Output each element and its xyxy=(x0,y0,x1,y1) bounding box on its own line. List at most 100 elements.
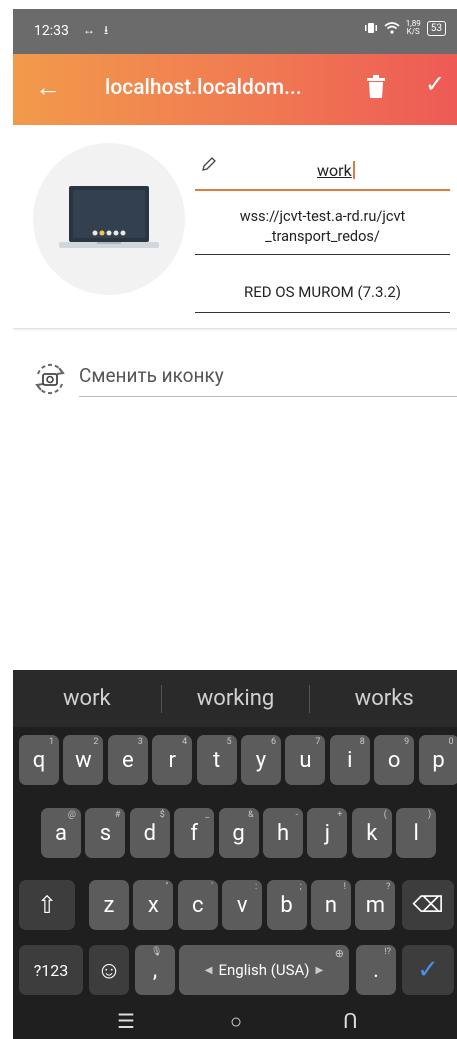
status-bar: 12:33 ↔ ⭳ 1,89 K/S 53 xyxy=(13,9,457,54)
key-s[interactable]: s # xyxy=(85,808,126,858)
host-name-field[interactable]: work xyxy=(195,155,450,191)
key-z[interactable]: z xyxy=(89,880,129,930)
suggestion-bar: work working works xyxy=(13,670,457,727)
back-nav-icon[interactable]: ᑎ xyxy=(343,1009,358,1033)
laptop-icon xyxy=(59,186,159,248)
key-v[interactable]: v: xyxy=(222,880,263,930)
key-x[interactable]: x " xyxy=(133,880,174,930)
key-w[interactable]: w2 xyxy=(63,735,104,785)
space-key[interactable]: ◀ English (USA) ▶ ⊕ xyxy=(179,945,349,995)
back-arrow-icon[interactable]: ← xyxy=(35,72,61,103)
key-label: r xyxy=(168,747,176,773)
key-hint: : xyxy=(255,882,258,892)
comma-key[interactable]: , 🎙 xyxy=(135,945,175,995)
host-name-text: work xyxy=(317,161,352,180)
key-j[interactable]: j + xyxy=(307,808,348,858)
key-n[interactable]: n! xyxy=(311,880,351,930)
key-hint: " xyxy=(165,882,169,892)
suggestion-1[interactable]: work xyxy=(13,686,161,711)
backspace-key[interactable]: ⌫ xyxy=(402,880,454,930)
recent-apps-icon[interactable]: ☰ xyxy=(117,1009,135,1033)
key-f[interactable]: f _ xyxy=(174,808,215,858)
key-hint: ! xyxy=(343,882,346,892)
key-label: x xyxy=(147,892,159,918)
space-arrow-right-icon: ▶ xyxy=(315,964,324,976)
suggestion-3[interactable]: works xyxy=(310,686,457,711)
mic-icon: 🎙 xyxy=(151,947,163,957)
change-icon-camera-icon xyxy=(35,363,65,395)
symbols-key[interactable]: ?123 xyxy=(19,945,83,995)
key-label: w xyxy=(75,747,92,773)
home-icon[interactable]: ○ xyxy=(230,1009,242,1034)
key-label: n xyxy=(324,892,338,918)
change-icon-row[interactable]: Сменить иконку xyxy=(13,329,457,411)
key-label: v xyxy=(236,892,248,918)
delete-icon[interactable] xyxy=(366,75,386,99)
key-h[interactable]: h- xyxy=(263,808,303,858)
enter-key[interactable]: ✓ xyxy=(402,945,454,995)
period-key[interactable]: . !? xyxy=(356,945,396,995)
net-speed: 1,89 K/S xyxy=(406,20,421,36)
key-label: z xyxy=(103,892,115,918)
period-hint: !? xyxy=(384,947,391,957)
key-hint: ? xyxy=(386,882,391,892)
key-u[interactable]: u7 xyxy=(285,735,326,785)
key-i[interactable]: i8 xyxy=(329,735,370,785)
comma-label: , xyxy=(152,957,158,983)
key-g[interactable]: g & xyxy=(218,808,259,858)
host-os-field[interactable]: RED OS MUROM (7.3.2) xyxy=(195,272,450,313)
status-time: 12:33 xyxy=(34,23,69,39)
host-url-field[interactable]: wss://jcvt-test.a-rd.ru/jcvt _transport_… xyxy=(195,203,450,255)
key-label: t xyxy=(212,747,221,773)
key-hint: 1 xyxy=(48,737,54,747)
pencil-icon xyxy=(202,157,216,171)
phone-screen: 12:33 ↔ ⭳ 1,89 K/S 53 ← localhost.locald… xyxy=(13,9,457,1039)
status-left-icons: ↔ ⭳ xyxy=(83,23,112,37)
change-icon-label[interactable]: Сменить иконку xyxy=(79,364,457,397)
key-hint: # xyxy=(114,810,121,820)
host-name-value: work xyxy=(317,161,355,180)
host-url-line1: wss://jcvt-test.a-rd.ru/jcvt xyxy=(239,208,406,225)
app-bar: ← localhost.localdom... ✓ xyxy=(13,54,457,125)
key-label: f xyxy=(190,820,199,846)
key-hint: 3 xyxy=(137,737,143,747)
key-hint: 0 xyxy=(448,737,454,747)
key-label: e xyxy=(121,747,134,773)
key-q[interactable]: q1 xyxy=(19,735,59,785)
key-label: m xyxy=(365,892,386,918)
key-a[interactable]: a @ xyxy=(41,808,81,858)
key-e[interactable]: e3 xyxy=(107,735,148,785)
emoji-key[interactable]: ☺ xyxy=(89,945,129,995)
key-o[interactable]: o9 xyxy=(374,735,415,785)
key-r[interactable]: r4 xyxy=(152,735,193,785)
status-right-icons: 1,89 K/S 53 xyxy=(364,20,446,36)
key-label: u xyxy=(299,747,312,773)
key-label: l xyxy=(413,820,419,846)
key-label: q xyxy=(32,747,46,773)
key-k[interactable]: k( xyxy=(351,808,392,858)
key-b[interactable]: b; xyxy=(266,880,307,930)
emoji-icon: ☺ xyxy=(96,955,122,984)
key-c[interactable]: c ' xyxy=(177,880,218,930)
key-hint: _ xyxy=(205,810,210,820)
shift-key[interactable]: ⇧ xyxy=(19,880,75,930)
key-hint: 2 xyxy=(93,737,99,747)
key-hint: @ xyxy=(67,810,76,820)
suggestion-2[interactable]: working xyxy=(162,686,310,711)
key-t[interactable]: t5 xyxy=(196,735,237,785)
key-hint: 6 xyxy=(270,737,276,747)
shift-icon: ⇧ xyxy=(36,891,58,919)
space-arrow-left-icon: ◀ xyxy=(204,964,213,976)
key-hint: ( xyxy=(383,810,387,820)
key-m[interactable]: m? xyxy=(355,880,396,930)
host-avatar[interactable] xyxy=(33,143,185,295)
confirm-check-icon[interactable]: ✓ xyxy=(425,70,445,98)
key-p[interactable]: p0 xyxy=(418,735,457,785)
key-hint: 4 xyxy=(182,737,188,747)
key-hint: + xyxy=(337,810,343,820)
enter-check-icon: ✓ xyxy=(417,955,439,985)
battery-icon: 53 xyxy=(426,20,446,36)
key-l[interactable]: l) xyxy=(396,808,437,858)
key-y[interactable]: y6 xyxy=(241,735,281,785)
key-d[interactable]: d $ xyxy=(129,808,170,858)
